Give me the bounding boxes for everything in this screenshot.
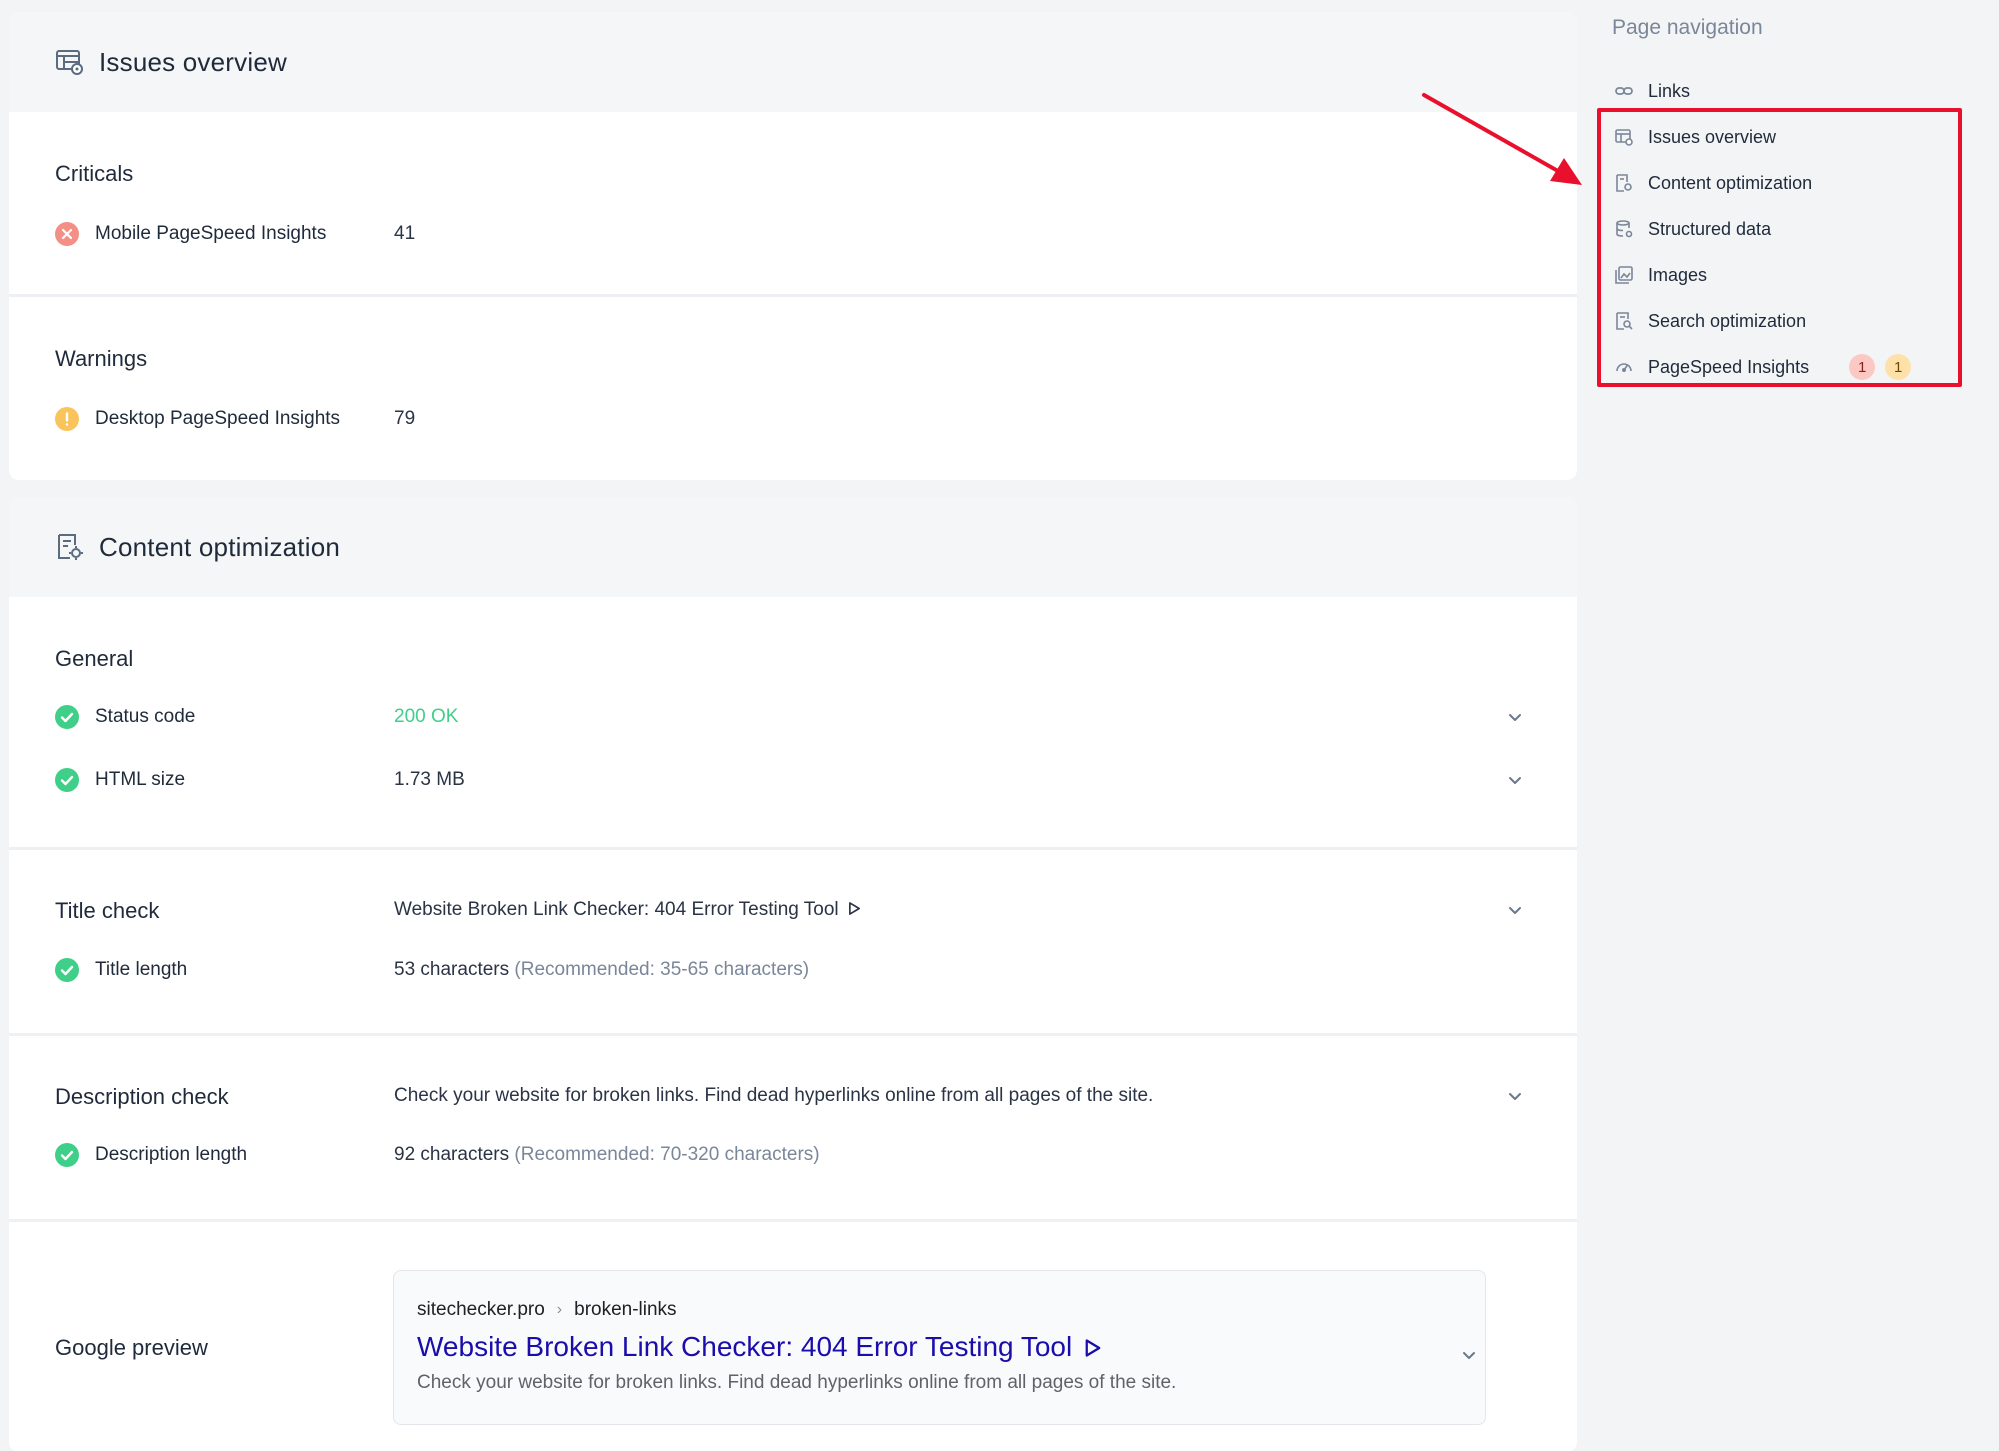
warning-label: Desktop PageSpeed Insights xyxy=(95,408,341,429)
chevron-down-icon[interactable] xyxy=(1505,900,1525,920)
sidebar-item-label: Search optimization xyxy=(1648,310,1807,331)
title-check-row[interactable]: Website Broken Link Checker: 404 Error T… xyxy=(55,895,1577,925)
issues-icon xyxy=(55,47,85,77)
description-length-value: 92 characters (Recommended: 70-320 chara… xyxy=(394,1144,820,1165)
status-code-label: Status code xyxy=(95,706,196,727)
breadcrumb-separator: › xyxy=(556,1301,563,1318)
play-icon xyxy=(848,902,860,915)
google-preview-section: Google preview sitechecker.pro › broken-… xyxy=(9,1222,1577,1451)
title-length-label: Title length xyxy=(95,959,188,980)
content-optimization-header: Content optimization xyxy=(9,497,1577,597)
issues-icon xyxy=(1614,127,1634,147)
critical-value: 41 xyxy=(394,223,416,244)
sidebar-item-structured-data[interactable]: Structured data xyxy=(1612,206,1982,252)
warning-count-badge: 1 xyxy=(1885,354,1912,380)
chevron-down-icon[interactable] xyxy=(1459,1345,1479,1365)
description-length-label: Description length xyxy=(95,1144,248,1165)
sidebar-item-issues-overview[interactable]: Issues overview xyxy=(1612,114,1982,160)
content-optimization-card: Content optimization General Status code… xyxy=(9,497,1577,1451)
google-preview-domain: sitechecker.pro xyxy=(417,1299,545,1320)
sidebar-item-links[interactable]: Links xyxy=(1612,68,1982,114)
list-item: Desktop PageSpeed Insights 79 xyxy=(55,404,1577,434)
main-content: Issues overview Criticals Mobile PageSpe… xyxy=(9,12,1577,1451)
google-preview-breadcrumb: sitechecker.pro › broken-links xyxy=(417,1299,1485,1321)
list-item: Mobile PageSpeed Insights 41 xyxy=(55,219,1577,249)
google-preview-title: Google preview xyxy=(55,1335,208,1360)
warning-value: 79 xyxy=(394,408,416,429)
chevron-down-icon[interactable] xyxy=(1505,1086,1525,1106)
check-icon xyxy=(55,1143,79,1167)
annotation-arrow xyxy=(1422,93,1582,185)
link-icon xyxy=(1614,81,1634,101)
content-icon xyxy=(1614,173,1634,193)
content-icon xyxy=(55,532,85,562)
general-title: General xyxy=(55,646,134,671)
sidebar-item-label: PageSpeed Insights xyxy=(1648,356,1810,377)
issues-overview-card: Issues overview Criticals Mobile PageSpe… xyxy=(9,12,1577,480)
status-code-value: 200 OK xyxy=(394,706,459,727)
description-length-recommended: (Recommended: 70-320 characters) xyxy=(514,1144,820,1165)
sidebar-item-label: Structured data xyxy=(1648,218,1772,239)
critical-count-badge: 1 xyxy=(1849,354,1876,380)
page-navigation: Page navigation Links Issues overview Co… xyxy=(1612,16,1982,390)
criticals-section: Criticals Mobile PageSpeed Insights 41 xyxy=(9,112,1577,297)
sidebar-item-label: Issues overview xyxy=(1648,126,1777,147)
issues-overview-title: Issues overview xyxy=(99,46,287,77)
sidebar-item-content-optimization[interactable]: Content optimization xyxy=(1612,160,1982,206)
check-icon xyxy=(55,705,79,729)
sidebar-item-images[interactable]: Images xyxy=(1612,252,1982,298)
html-size-label: HTML size xyxy=(95,769,186,790)
chevron-down-icon[interactable] xyxy=(1505,770,1525,790)
database-icon xyxy=(1614,219,1634,239)
description-check-title: Description check xyxy=(55,1084,229,1109)
sidebar-item-label: Images xyxy=(1648,264,1708,285)
title-check-value: Website Broken Link Checker: 404 Error T… xyxy=(394,899,861,921)
table-row: Title length 53 characters (Recommended:… xyxy=(55,955,1577,985)
search-doc-icon xyxy=(1614,311,1634,331)
issues-overview-header: Issues overview xyxy=(9,12,1577,112)
html-size-value: 1.73 MB xyxy=(394,769,465,790)
title-length-value: 53 characters (Recommended: 35-65 charac… xyxy=(394,959,810,980)
table-row[interactable]: HTML size 1.73 MB xyxy=(55,765,1577,795)
speed-icon xyxy=(1614,357,1634,377)
description-check-value: Check your website for broken links. Fin… xyxy=(394,1085,1154,1106)
warnings-title: Warnings xyxy=(55,346,148,371)
sidebar-item-label: Content optimization xyxy=(1648,172,1813,193)
check-icon xyxy=(55,768,79,792)
title-length-recommended: (Recommended: 35-65 characters) xyxy=(514,959,810,980)
criticals-title: Criticals xyxy=(55,161,134,186)
check-icon xyxy=(55,958,79,982)
google-preview-path: broken-links xyxy=(574,1299,677,1320)
page-navigation-title: Page navigation xyxy=(1612,16,1763,39)
chevron-down-icon[interactable] xyxy=(1505,707,1525,727)
content-optimization-title: Content optimization xyxy=(99,531,341,562)
critical-label: Mobile PageSpeed Insights xyxy=(95,223,327,244)
warnings-section: Warnings Desktop PageSpeed Insights 79 xyxy=(9,297,1577,480)
sidebar-item-pagespeed-insights[interactable]: PageSpeed Insights 1 1 xyxy=(1612,344,1982,390)
title-check-section: Title check Website Broken Link Checker:… xyxy=(9,850,1577,1036)
warning-icon xyxy=(55,407,79,431)
play-icon xyxy=(1085,1339,1101,1357)
google-preview-description: Check your website for broken links. Fin… xyxy=(417,1372,1177,1393)
description-check-section: Description check Check your website for… xyxy=(9,1036,1577,1222)
sidebar-item-label: Links xyxy=(1648,80,1691,101)
general-section: General Status code 200 OK HTML size 1.7… xyxy=(9,597,1577,850)
title-check-title: Title check xyxy=(55,898,160,923)
sidebar-item-search-optimization[interactable]: Search optimization xyxy=(1612,298,1982,344)
table-row: Description length 92 characters (Recomm… xyxy=(55,1140,1577,1170)
description-check-row[interactable]: Check your website for broken links. Fin… xyxy=(55,1081,1577,1111)
error-icon xyxy=(55,222,79,246)
google-preview-box: sitechecker.pro › broken-links Website B… xyxy=(393,1270,1486,1425)
image-icon xyxy=(1614,265,1634,285)
page: Issues overview Criticals Mobile PageSpe… xyxy=(0,0,1999,1451)
table-row[interactable]: Status code 200 OK xyxy=(55,702,1577,732)
google-preview-link[interactable]: Website Broken Link Checker: 404 Error T… xyxy=(417,1331,1485,1363)
